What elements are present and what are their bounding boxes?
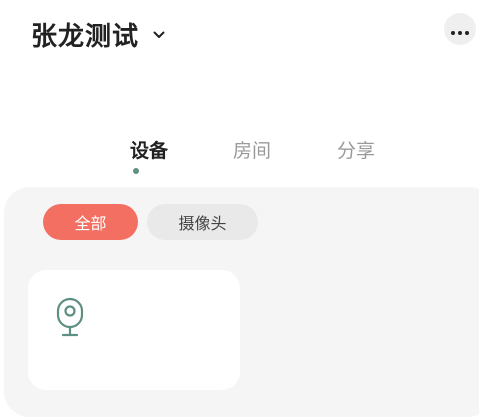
camera-icon xyxy=(55,297,85,339)
tab-share[interactable]: 分享 xyxy=(316,136,396,163)
filter-camera-chip[interactable]: 摄像头 xyxy=(147,204,258,240)
active-tab-indicator xyxy=(133,168,139,174)
more-icon xyxy=(451,20,469,39)
tab-bar: 设备 房间 分享 xyxy=(0,136,479,176)
more-button[interactable] xyxy=(444,13,476,45)
home-selector[interactable]: 张龙测试 xyxy=(31,16,169,53)
chevron-down-icon[interactable] xyxy=(149,25,169,45)
home-title: 张龙测试 xyxy=(31,22,140,52)
filter-all-chip[interactable]: 全部 xyxy=(43,204,138,240)
tab-rooms[interactable]: 房间 xyxy=(212,136,292,163)
tab-devices[interactable]: 设备 xyxy=(109,136,189,163)
